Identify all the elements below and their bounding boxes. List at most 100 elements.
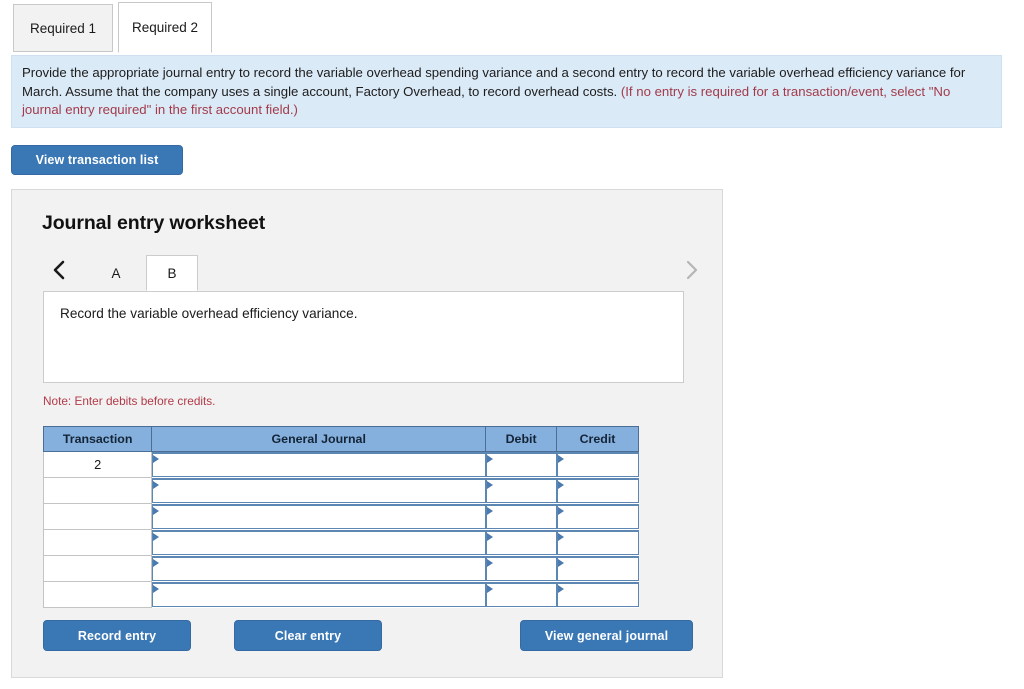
dropdown-caret-icon [486,507,493,515]
cell-credit [556,451,639,478]
worksheet-tab-b[interactable]: B [146,255,198,291]
credit-cell-wrapper[interactable] [556,504,639,529]
chevron-left-icon[interactable] [46,252,72,288]
credit-cell-wrapper[interactable] [556,530,639,555]
worksheet-description-box: Record the variable overhead efficiency … [43,291,684,383]
tab-required-1[interactable]: Required 1 [13,4,113,52]
debit-input[interactable] [493,506,553,527]
debit-input[interactable] [493,584,553,605]
general-journal-input[interactable] [160,558,482,579]
cell-general-journal [151,451,486,478]
table-row [42,581,639,608]
dropdown-caret-icon [557,585,564,593]
dropdown-caret-icon [153,481,160,489]
dropdown-caret-icon [153,507,160,515]
chevron-right-icon[interactable] [678,252,704,288]
cell-debit [485,477,557,504]
cell-transaction-number [42,503,153,530]
cell-transaction-number [42,581,153,608]
cell-credit [556,503,639,530]
debit-cell-wrapper[interactable] [485,504,557,529]
credit-cell-wrapper[interactable] [556,452,639,478]
cell-transaction-number [42,477,153,504]
general-journal-cell-wrapper[interactable] [152,530,486,555]
general-journal-cell-wrapper[interactable] [152,582,486,607]
tab-required-2-label: Required 2 [131,20,199,35]
debit-cell-wrapper[interactable] [485,582,557,607]
view-transaction-list-button[interactable]: View transaction list [11,145,183,175]
table-row [42,477,639,504]
dropdown-caret-icon [557,507,564,515]
clear-entry-button[interactable]: Clear entry [234,620,382,651]
debit-cell-wrapper[interactable] [485,452,557,478]
debit-cell-wrapper[interactable] [485,478,557,503]
tab-required-1-label: Required 1 [29,20,97,36]
column-header-transaction: Transaction [42,426,153,452]
general-journal-input[interactable] [160,506,482,527]
general-journal-input[interactable] [160,584,482,605]
general-journal-cell-wrapper[interactable] [152,556,486,581]
worksheet-description-text: Record the variable overhead efficiency … [60,306,358,321]
view-general-journal-button[interactable]: View general journal [520,620,693,651]
cell-transaction-number: 2 [42,451,153,478]
debit-cell-wrapper[interactable] [485,530,557,555]
debit-input[interactable] [493,558,553,579]
column-header-debit: Debit [485,426,558,452]
worksheet-tab-a-label: A [111,265,121,281]
dropdown-caret-icon [153,455,160,464]
cell-general-journal [151,477,486,504]
debit-input[interactable] [493,532,553,553]
dropdown-caret-icon [557,481,564,489]
debit-input[interactable] [493,480,553,501]
credit-input[interactable] [564,584,635,605]
general-journal-cell-wrapper[interactable] [152,478,486,503]
cell-debit [485,555,557,582]
cell-general-journal [151,581,486,608]
cell-debit [485,529,557,556]
dropdown-caret-icon [486,533,493,541]
debit-input[interactable] [493,454,553,476]
debit-cell-wrapper[interactable] [485,556,557,581]
general-journal-input[interactable] [160,480,482,501]
dropdown-caret-icon [557,533,564,541]
general-journal-input[interactable] [160,532,482,553]
dropdown-caret-icon [486,559,493,567]
debits-before-credits-note: Note: Enter debits before credits. [43,394,216,408]
cell-credit [556,581,639,608]
cell-credit [556,529,639,556]
dropdown-caret-icon [486,481,493,489]
cell-general-journal [151,503,486,530]
cell-debit [485,451,557,478]
table-header-row: Transaction General Journal Debit Credit [42,426,639,452]
credit-input[interactable] [564,532,635,553]
dropdown-caret-icon [557,455,564,464]
general-journal-cell-wrapper[interactable] [152,452,486,478]
record-entry-button[interactable]: Record entry [43,620,191,651]
credit-input[interactable] [564,558,635,579]
credit-input[interactable] [564,506,635,527]
credit-cell-wrapper[interactable] [556,556,639,581]
dropdown-caret-icon [153,585,160,593]
cell-debit [485,581,557,608]
general-journal-input[interactable] [160,454,482,476]
dropdown-caret-icon [486,455,493,464]
cell-transaction-number [42,529,153,556]
credit-cell-wrapper[interactable] [556,582,639,607]
cell-credit [556,477,639,504]
dropdown-caret-icon [153,559,160,567]
cell-general-journal [151,529,486,556]
worksheet-tab-a[interactable]: A [90,255,142,291]
column-header-credit: Credit [556,426,639,452]
worksheet-pager: A B [42,252,704,291]
journal-entry-table-body: 2 [42,451,639,608]
general-journal-cell-wrapper[interactable] [152,504,486,529]
credit-cell-wrapper[interactable] [556,478,639,503]
credit-input[interactable] [564,480,635,501]
table-row [42,503,639,530]
credit-input[interactable] [564,454,635,476]
tab-required-2[interactable]: Required 2 [118,2,212,53]
journal-entry-table: Transaction General Journal Debit Credit… [42,426,639,608]
cell-general-journal [151,555,486,582]
column-header-general-journal: General Journal [151,426,487,452]
worksheet-tab-b-label: B [167,265,177,281]
